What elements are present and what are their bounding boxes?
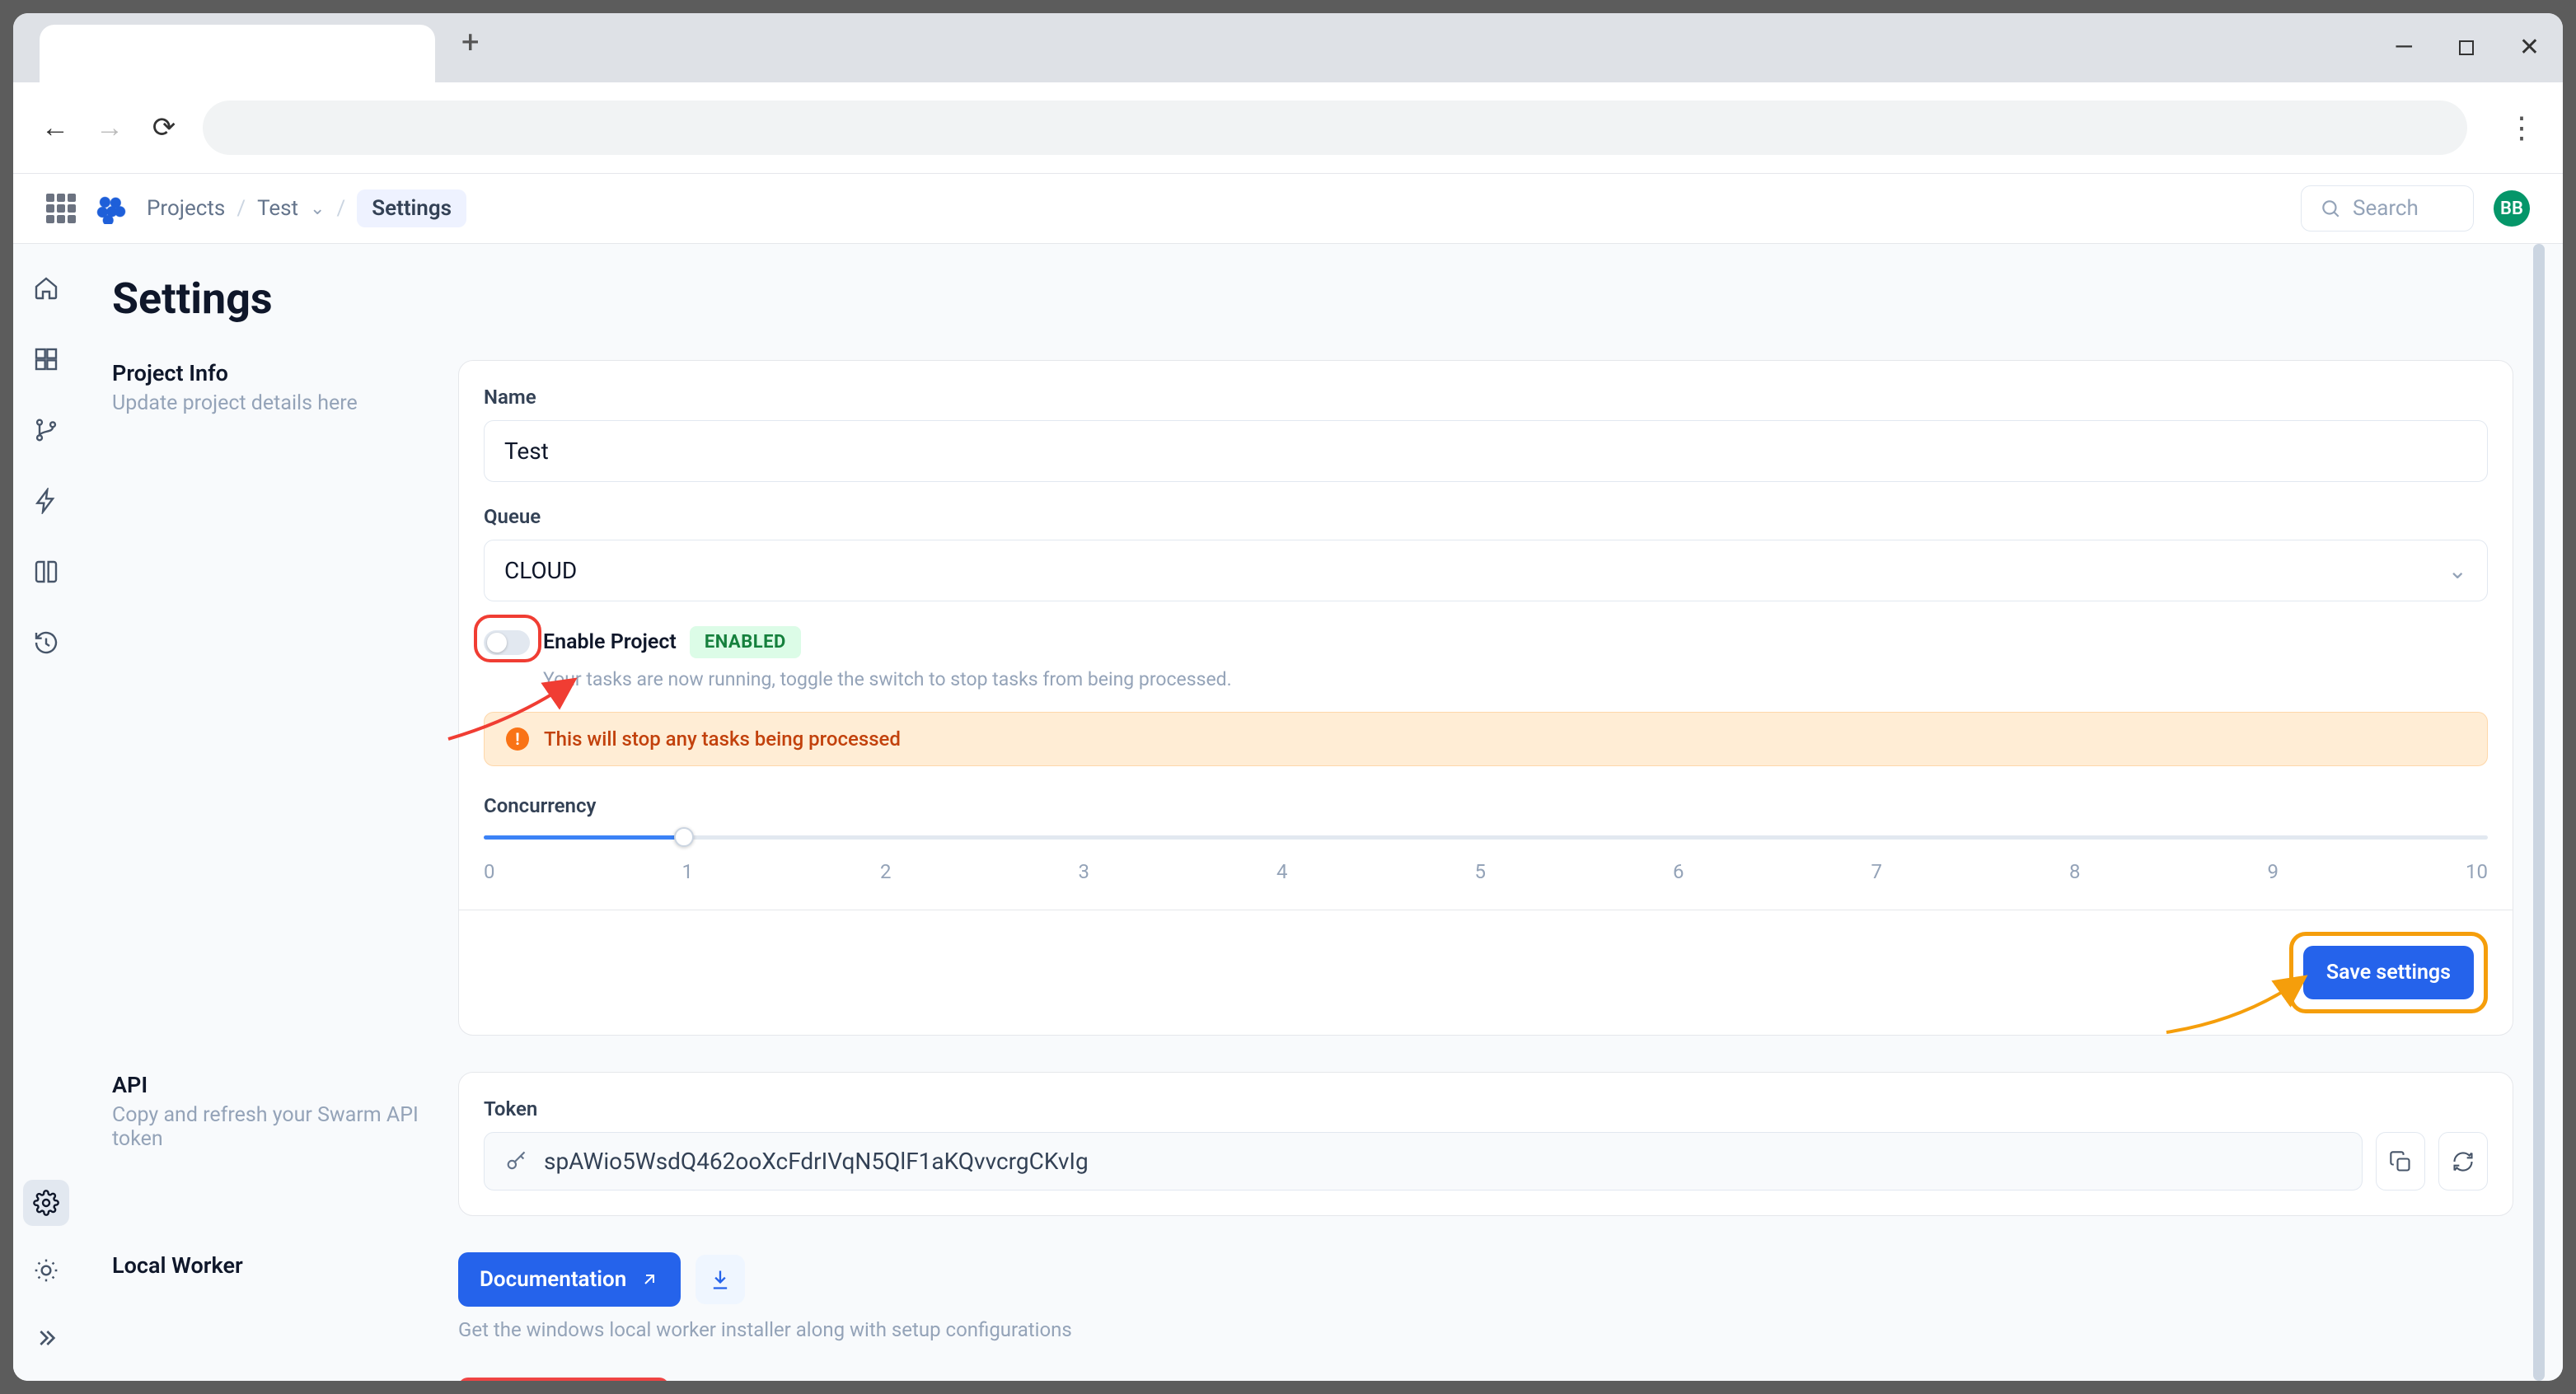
section-sub: Copy and refresh your Swarm API token [112, 1103, 425, 1151]
breadcrumb-project[interactable]: Test [257, 196, 298, 221]
topbar: Projects / Test ⌄ / Settings Search BB [13, 174, 2563, 244]
sun-icon [33, 1257, 59, 1284]
grid-icon [33, 346, 59, 372]
search-input[interactable]: Search [2301, 185, 2474, 232]
nav-reload-button[interactable]: ⟳ [148, 111, 180, 144]
section-heading-project-info: Project Info [112, 360, 425, 386]
page-title: Settings [112, 274, 2513, 324]
breadcrumb-settings: Settings [357, 189, 466, 227]
concurrency-slider[interactable] [484, 832, 2488, 844]
avatar[interactable]: BB [2494, 190, 2530, 227]
window-close[interactable]: ✕ [2519, 33, 2540, 62]
annotation-save-highlight: Save settings [2289, 932, 2488, 1013]
browser-menu-button[interactable]: ⋮ [2507, 110, 2536, 145]
section-heading-api: API [112, 1072, 425, 1098]
slider-thumb[interactable] [674, 827, 694, 847]
scrollbar[interactable] [2533, 244, 2545, 1381]
localworker-hint: Get the windows local worker installer a… [458, 1318, 2513, 1341]
sidenav-history[interactable] [23, 620, 69, 666]
section-sub: Update project details here [112, 391, 425, 415]
queue-select[interactable]: CLOUD ⌄ [484, 540, 2488, 601]
app-logo[interactable] [96, 193, 127, 224]
apps-grid-icon[interactable] [46, 194, 76, 223]
concurrency-label: Concurrency [484, 794, 2488, 817]
refresh-icon [2452, 1150, 2475, 1173]
copy-token-button[interactable] [2376, 1132, 2425, 1191]
chevron-down-icon: ⌄ [2448, 557, 2467, 584]
sidenav-activity[interactable] [23, 478, 69, 524]
sidenav-collapse[interactable] [23, 1315, 69, 1361]
warning-alert: ! This will stop any tasks being process… [484, 712, 2488, 766]
bolt-icon [33, 488, 59, 514]
browser-tab[interactable] [40, 25, 435, 82]
sidenav-home[interactable] [23, 265, 69, 311]
history-icon [33, 629, 59, 656]
book-icon [33, 559, 59, 585]
git-branch-icon [33, 417, 59, 443]
address-bar[interactable] [203, 101, 2467, 155]
external-link-icon [639, 1270, 659, 1289]
sidenav-dashboard[interactable] [23, 336, 69, 382]
window-maximize[interactable] [2457, 38, 2476, 58]
sidenav-branches[interactable] [23, 407, 69, 453]
new-tab-button[interactable]: + [461, 25, 480, 82]
refresh-token-button[interactable] [2438, 1132, 2488, 1191]
enable-hint: Your tasks are now running, toggle the s… [543, 668, 2488, 690]
status-badge-enabled: ENABLED [690, 626, 801, 658]
breadcrumb: Projects / Test ⌄ / Settings [147, 189, 466, 227]
slider-ticks: 012345678910 [484, 860, 2488, 883]
section-heading-localworker: Local Worker [112, 1252, 425, 1279]
sidenav [13, 244, 79, 1381]
nav-back-button[interactable]: ← [40, 111, 71, 144]
breadcrumb-projects[interactable]: Projects [147, 196, 225, 221]
documentation-button[interactable]: Documentation [458, 1252, 681, 1307]
token-field[interactable]: spAWio5WsdQ462ooXcFdrIVqN5QlF1aKQvvcrgCK… [484, 1132, 2363, 1191]
sidenav-docs[interactable] [23, 549, 69, 595]
window-minimize[interactable]: — [2394, 33, 2413, 62]
name-label: Name [484, 386, 2488, 409]
enable-project-toggle[interactable] [484, 630, 530, 655]
save-settings-button[interactable]: Save settings [2303, 946, 2474, 999]
key-icon [504, 1150, 527, 1173]
name-input[interactable] [484, 420, 2488, 482]
chevrons-right-icon [33, 1325, 59, 1351]
section-heading-delete: Delete Project [112, 1378, 425, 1381]
gear-icon [33, 1190, 59, 1216]
nav-forward-button: → [94, 111, 125, 144]
search-icon [2320, 198, 2341, 219]
token-label: Token [484, 1097, 2488, 1120]
download-icon [709, 1268, 732, 1291]
home-icon [33, 275, 59, 302]
enable-project-label: Enable Project [543, 630, 677, 654]
warning-icon: ! [506, 727, 529, 751]
delete-project-button[interactable]: Delete Project [458, 1378, 669, 1381]
sidenav-theme[interactable] [23, 1247, 69, 1293]
sidenav-settings[interactable] [23, 1180, 69, 1226]
copy-icon [2389, 1150, 2412, 1173]
download-button[interactable] [696, 1255, 745, 1304]
chevron-down-icon[interactable]: ⌄ [310, 199, 325, 219]
queue-label: Queue [484, 505, 2488, 528]
